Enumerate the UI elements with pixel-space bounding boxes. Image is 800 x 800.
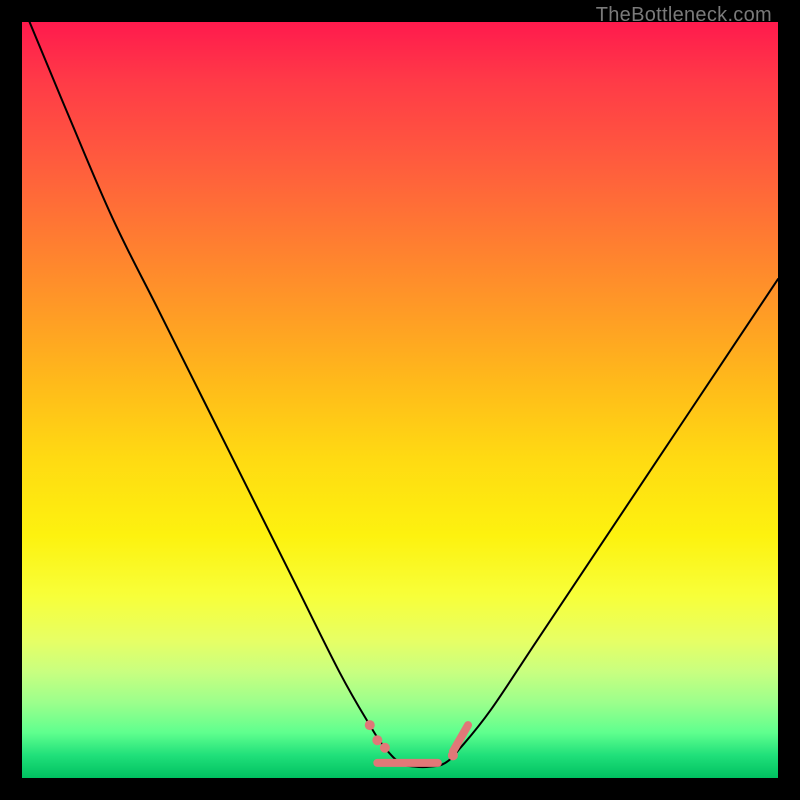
- marker-dot: [365, 720, 375, 730]
- bottleneck-curve: [30, 22, 778, 767]
- plot-area: [22, 22, 778, 778]
- marker-dot: [380, 743, 390, 753]
- marker-layer: [365, 720, 468, 763]
- curve-svg: [22, 22, 778, 778]
- marker-dot: [372, 735, 382, 745]
- chart-frame: TheBottleneck.com: [0, 0, 800, 800]
